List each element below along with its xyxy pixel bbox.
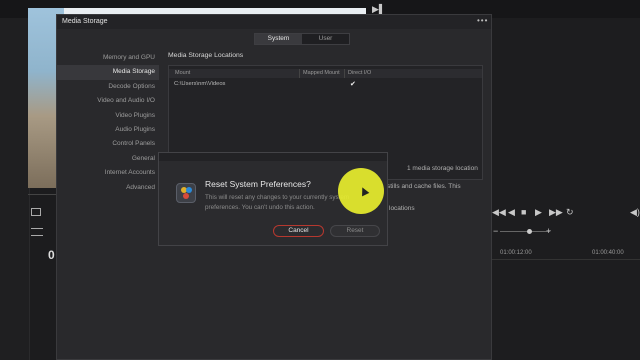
sidebar-item-memory-gpu[interactable]: Memory and GPU xyxy=(57,51,159,65)
timecode-label: 01:00:12:00 xyxy=(500,250,532,256)
clip-view-icon[interactable] xyxy=(31,208,41,216)
scrub-bar[interactable] xyxy=(28,194,58,195)
section-title: Media Storage Locations xyxy=(168,52,244,59)
column-header-mapped-mount[interactable]: Mapped Mount xyxy=(303,70,340,76)
column-header-mount[interactable]: Mount xyxy=(175,70,190,76)
cancel-button[interactable]: Cancel xyxy=(273,225,324,237)
timecode-label: 01:00:40:00 xyxy=(592,250,624,256)
left-panel xyxy=(0,18,30,360)
davinci-resolve-logo-icon xyxy=(176,183,196,203)
sidebar-item-decode-options[interactable]: Decode Options xyxy=(57,80,159,94)
stop-icon[interactable]: ■ xyxy=(521,207,526,217)
tab-user[interactable]: User xyxy=(302,34,349,44)
play-forward-icon[interactable]: ▶ xyxy=(535,207,542,218)
description-text: locations xyxy=(389,205,415,212)
tab-system[interactable]: System xyxy=(255,34,302,44)
loop-icon[interactable]: ↻ xyxy=(566,207,574,218)
sidebar-item-media-storage[interactable]: Media Storage xyxy=(57,65,159,80)
sidebar-item-video-audio-io[interactable]: Video and Audio I/O xyxy=(57,94,159,108)
sidebar-item-audio-plugins[interactable]: Audio Plugins xyxy=(57,123,159,137)
column-header-direct-io[interactable]: Direct I/O xyxy=(348,70,371,76)
direct-io-checkbox[interactable]: ✔ xyxy=(350,80,356,88)
sidebar-item-advanced[interactable]: Advanced xyxy=(57,181,159,195)
frame-counter: 0 xyxy=(48,248,55,262)
sidebar-item-video-plugins[interactable]: Video Plugins xyxy=(57,109,159,123)
zoom-out-icon[interactable]: − xyxy=(493,226,498,236)
location-count: 1 media storage location xyxy=(407,165,478,172)
more-options-icon[interactable]: ••• xyxy=(477,16,488,25)
zoom-slider-handle[interactable] xyxy=(527,229,532,234)
table-row[interactable]: C:\Users\nm\Videos ✔ xyxy=(169,80,482,90)
window-title: Media Storage xyxy=(62,18,108,25)
zoom-slider[interactable] xyxy=(500,231,550,232)
description-text: stills and cache files. This xyxy=(387,183,461,190)
preference-scope-tabs: System User xyxy=(254,33,350,45)
sidebar-item-general[interactable]: General xyxy=(57,152,159,166)
window-titlebar xyxy=(57,15,491,29)
column-divider xyxy=(299,69,300,78)
zoom-in-icon[interactable]: + xyxy=(546,226,551,236)
rewind-icon[interactable]: ◀◀ xyxy=(492,207,506,218)
sidebar-item-internet-accounts[interactable]: Internet Accounts xyxy=(57,166,159,180)
sidebar-item-control-panels[interactable]: Control Panels xyxy=(57,137,159,151)
right-panel xyxy=(490,18,640,360)
fast-forward-icon[interactable]: ▶▶ xyxy=(549,207,563,218)
dialog-titlebar xyxy=(159,153,387,161)
mount-path: C:\Users\nm\Videos xyxy=(174,81,226,87)
step-back-icon[interactable]: ◀ xyxy=(508,207,515,218)
table-header: Mount Mapped Mount Direct I/O xyxy=(169,69,482,78)
volume-icon[interactable]: ◀) xyxy=(630,207,640,218)
reset-button[interactable]: Reset xyxy=(330,225,380,237)
dialog-title: Reset System Preferences? xyxy=(205,179,311,189)
play-icon[interactable]: ▶▌ xyxy=(372,4,385,14)
preferences-sidebar: Memory and GPU Media Storage Decode Opti… xyxy=(57,51,159,195)
column-divider xyxy=(344,69,345,78)
list-view-icon[interactable] xyxy=(31,228,43,236)
